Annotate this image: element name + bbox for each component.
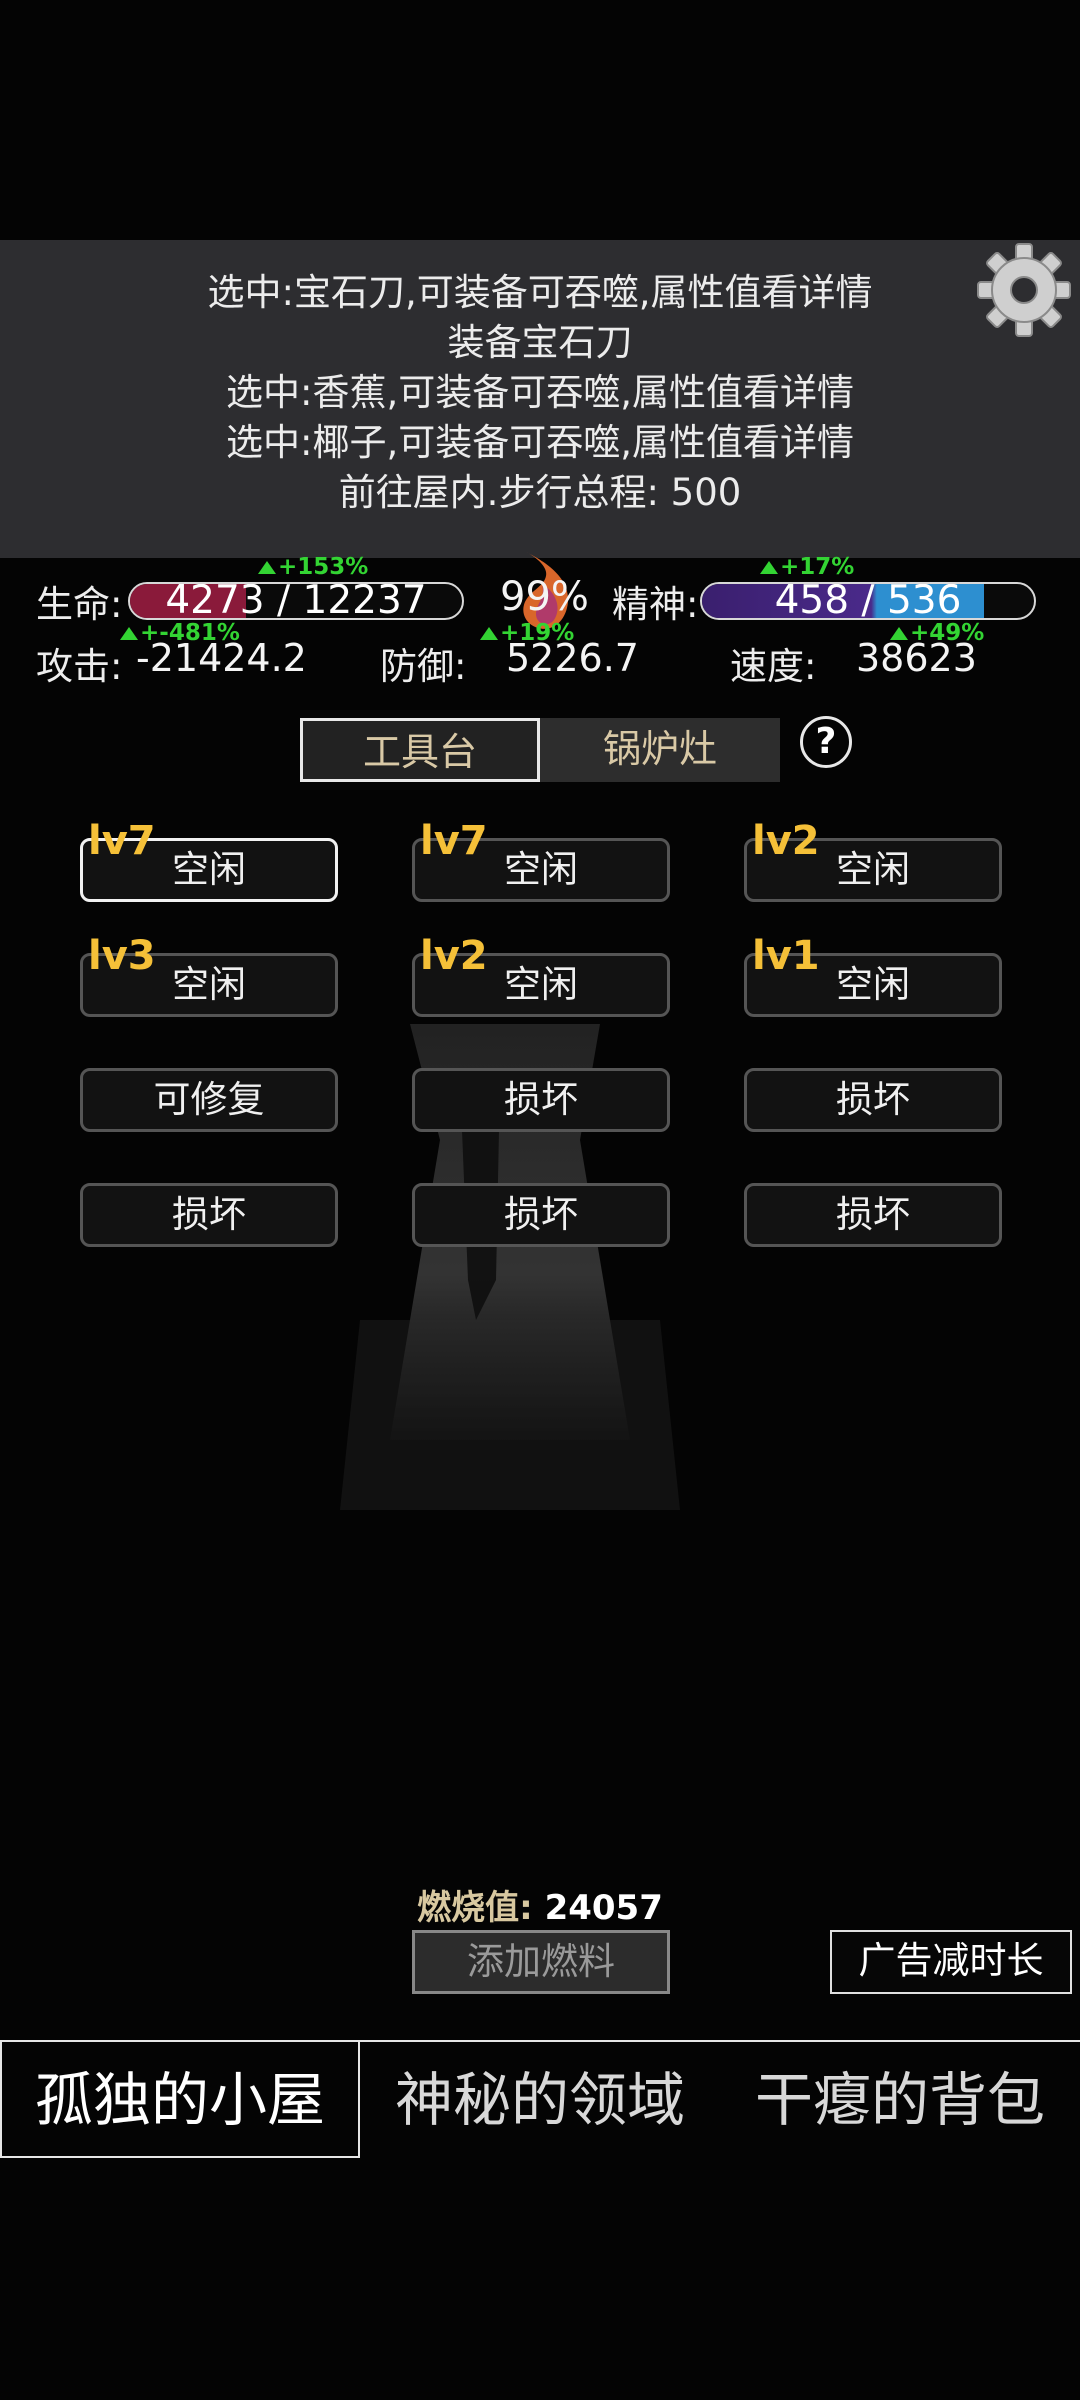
- slot-level: lv2: [752, 818, 820, 864]
- slot-level: lv2: [420, 933, 488, 979]
- spirit-delta: +17%: [760, 554, 854, 580]
- speed-label: 速度:: [730, 645, 817, 688]
- attack-label: 攻击:: [36, 645, 123, 688]
- burn-label: 燃烧值:: [417, 1888, 533, 1928]
- hp-value: 4273 / 12237: [165, 582, 427, 620]
- tab-workbench[interactable]: 工具台: [300, 718, 540, 782]
- slot-button[interactable]: 损坏: [412, 1183, 670, 1247]
- slot-button[interactable]: 损坏: [412, 1068, 670, 1132]
- burn-value-row: 燃烧值: 24057: [0, 1880, 1080, 1929]
- fire-percent: 99%: [500, 574, 589, 620]
- hp-label: 生命:: [36, 583, 123, 626]
- log-line: 装备宝石刀: [447, 321, 633, 364]
- tab-backpack[interactable]: 干瘪的背包: [720, 2040, 1080, 2158]
- log-line: 前往屋内.步行总程: 500: [338, 471, 742, 514]
- slot-level: lv7: [88, 818, 156, 864]
- tab-lonely-hut[interactable]: 孤独的小屋: [0, 2040, 360, 2158]
- burn-value: 24057: [544, 1888, 663, 1928]
- help-button[interactable]: ?: [800, 716, 852, 768]
- slot-button[interactable]: 可修复: [80, 1068, 338, 1132]
- tab-mysterious-domain[interactable]: 神秘的领域: [360, 2040, 720, 2158]
- log-line: 选中:椰子,可装备可吞噬,属性值看详情: [226, 421, 854, 464]
- speed-value: 38623: [856, 636, 977, 680]
- log-line: 选中:宝石刀,可装备可吞噬,属性值看详情: [207, 271, 873, 314]
- attack-value: -21424.2: [136, 636, 307, 680]
- slot-button[interactable]: 损坏: [80, 1183, 338, 1247]
- defense-value: 5226.7: [506, 636, 639, 680]
- ad-reduce-time-button[interactable]: 广告减时长: [830, 1930, 1072, 1994]
- message-log-panel: 选中:宝石刀,可装备可吞噬,属性值看详情 装备宝石刀 选中:香蕉,可装备可吞噬,…: [0, 240, 1080, 558]
- spirit-delta-text: +17%: [780, 554, 855, 580]
- spirit-label: 精神:: [612, 583, 699, 626]
- defense-label: 防御:: [380, 645, 467, 688]
- hp-bar: 4273 / 12237: [128, 582, 464, 620]
- spirit-bar: 458 / 536: [700, 582, 1036, 620]
- gear-icon[interactable]: [976, 242, 1072, 338]
- slot-button[interactable]: 损坏: [744, 1183, 1002, 1247]
- hp-delta-text: +153%: [278, 554, 369, 580]
- up-arrow-icon: [258, 561, 276, 574]
- slot-level: lv7: [420, 818, 488, 864]
- add-fuel-button[interactable]: 添加燃料: [412, 1930, 670, 1994]
- slot-button[interactable]: 损坏: [744, 1068, 1002, 1132]
- slot-level: lv1: [752, 933, 820, 979]
- spirit-value: 458 / 536: [774, 582, 962, 620]
- log-line: 选中:香蕉,可装备可吞噬,属性值看详情: [226, 371, 854, 414]
- moon-icon[interactable]: [8, 252, 68, 328]
- hp-delta: +153%: [258, 554, 368, 580]
- tab-stove[interactable]: 锅炉灶: [540, 718, 780, 782]
- up-arrow-icon: [760, 561, 778, 574]
- up-arrow-icon: [480, 627, 498, 640]
- slot-level: lv3: [88, 933, 156, 979]
